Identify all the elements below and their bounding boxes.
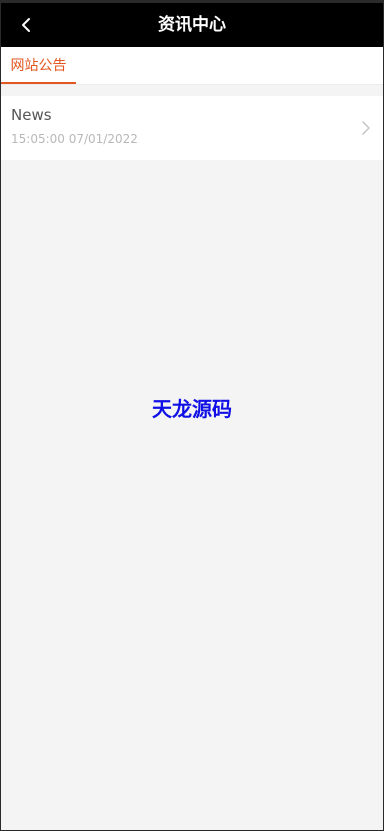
app-frame: 资讯中心 网站公告 News 15:05:00 07/01/2022 天龙源码 (1, 3, 383, 830)
active-tab-indicator (1, 82, 76, 84)
announcement-list: News 15:05:00 07/01/2022 (1, 96, 383, 160)
list-item-title: News (11, 106, 52, 124)
page-title: 资讯中心 (158, 15, 226, 35)
tab-bar: 网站公告 (1, 47, 383, 85)
tab-site-announcements[interactable]: 网站公告 (1, 47, 76, 85)
top-bar: 资讯中心 (1, 3, 383, 47)
watermark-text: 天龙源码 (152, 397, 232, 421)
list-item[interactable]: News 15:05:00 07/01/2022 (1, 96, 383, 160)
chevron-right-icon (362, 121, 370, 135)
list-item-timestamp: 15:05:00 07/01/2022 (11, 132, 138, 146)
